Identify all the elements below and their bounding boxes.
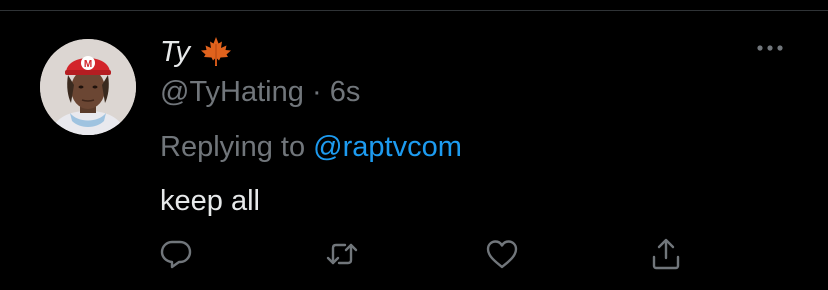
tweet-text: keep all: [160, 185, 260, 217]
retweet-icon: [326, 243, 358, 265]
like-button[interactable]: [484, 236, 520, 272]
heart-icon: [486, 240, 518, 269]
maple-leaf-icon: [198, 34, 234, 70]
replying-to-label: Replying to: [160, 131, 306, 163]
reply-icon: [160, 240, 192, 269]
tweet-timestamp[interactable]: 6s: [330, 76, 361, 108]
author-handle[interactable]: @TyHating: [160, 76, 304, 108]
avatar-image: M: [40, 39, 136, 135]
retweet-button[interactable]: [324, 236, 360, 272]
top-divider: [0, 10, 828, 11]
user-avatar[interactable]: M: [40, 39, 136, 135]
more-icon[interactable]: [754, 36, 786, 60]
author-name-row[interactable]: Ty: [160, 34, 234, 70]
replying-to-row: Replying to @raptvcom: [160, 130, 462, 164]
share-button[interactable]: [648, 236, 684, 272]
reply-button[interactable]: [158, 236, 194, 272]
replying-to-mention-link[interactable]: @raptvcom: [313, 131, 462, 163]
svg-text:M: M: [84, 59, 92, 70]
author-handle-row: @TyHating · 6s: [160, 75, 360, 109]
separator-dot: ·: [311, 76, 322, 108]
author-display-name[interactable]: Ty: [160, 35, 190, 69]
share-icon: [652, 238, 680, 270]
